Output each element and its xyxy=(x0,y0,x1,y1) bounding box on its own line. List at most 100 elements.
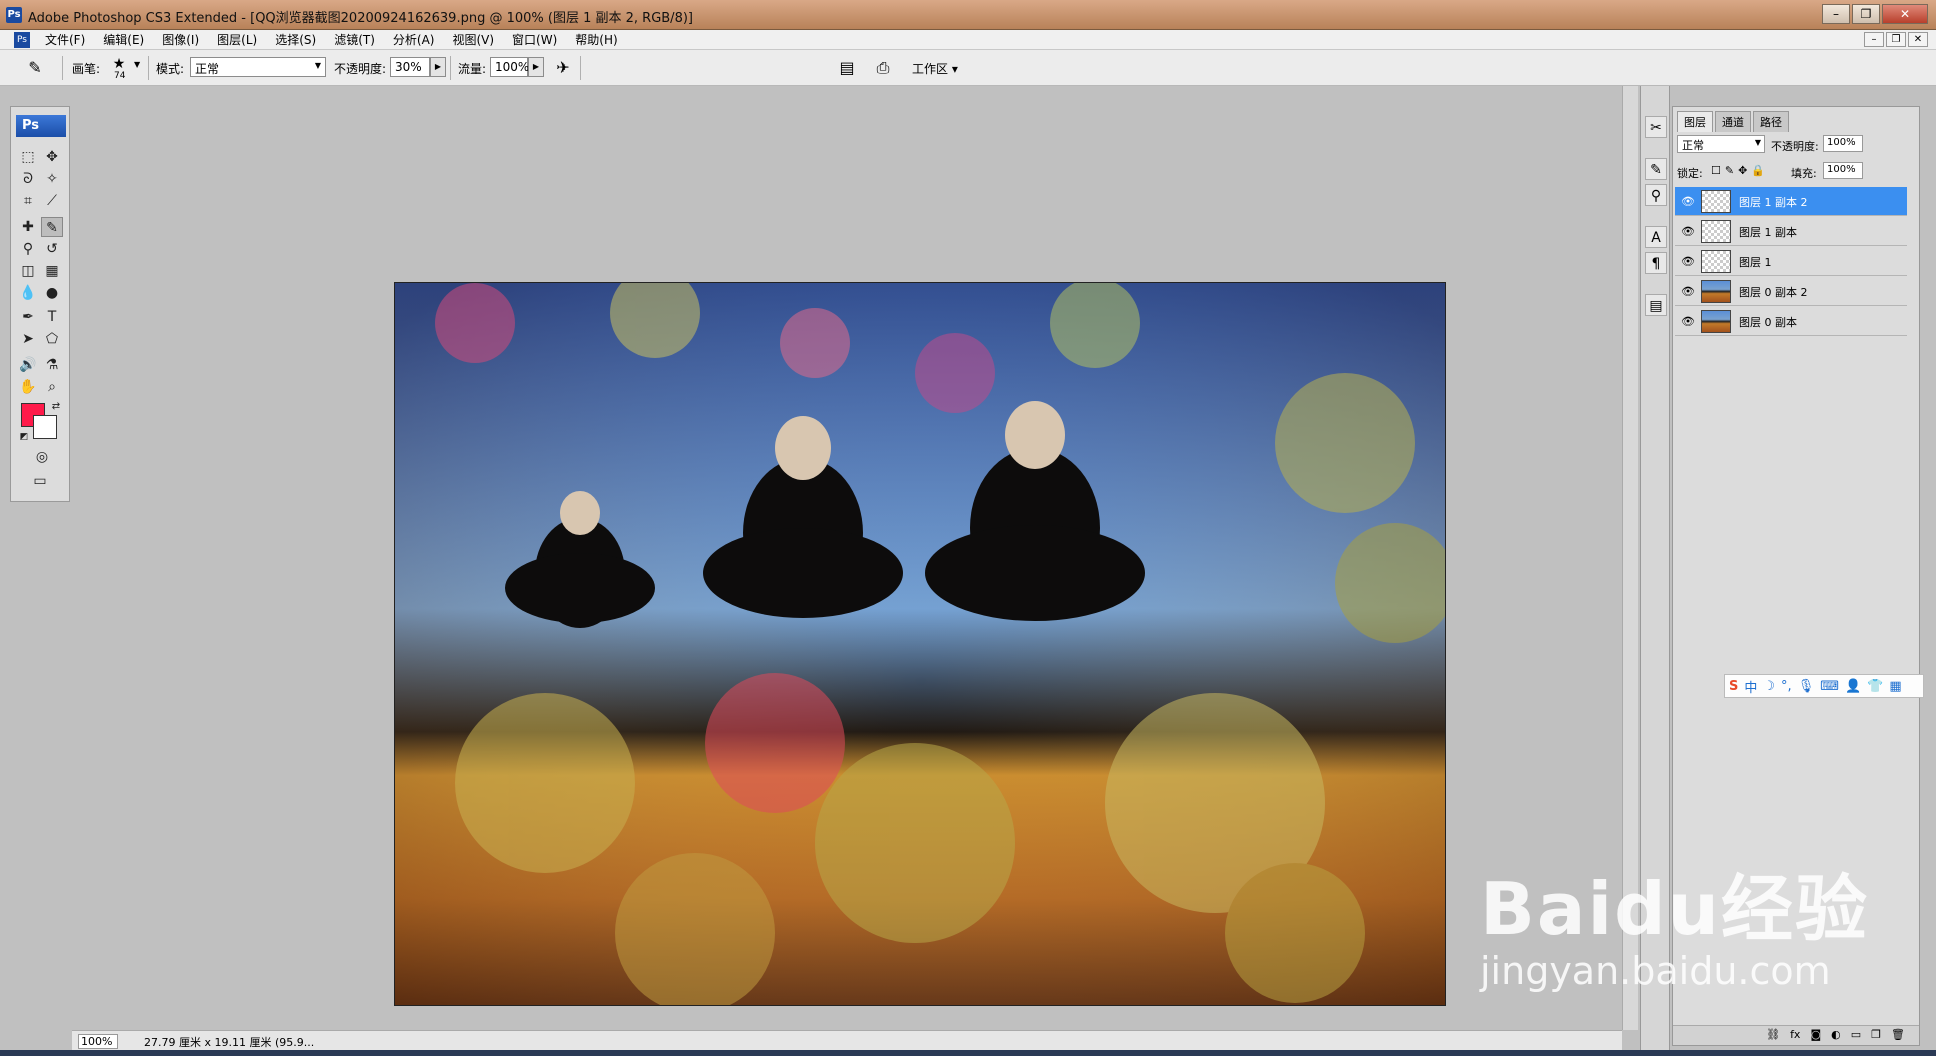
airbrush-icon[interactable]: ✈ xyxy=(552,58,574,80)
visibility-eye-icon[interactable]: 👁 xyxy=(1681,225,1695,238)
menu-layer[interactable]: 图层(L) xyxy=(208,32,266,48)
crop-tool-icon[interactable]: ⌗ xyxy=(17,191,39,211)
menu-help[interactable]: 帮助(H) xyxy=(566,32,626,48)
lasso-tool-icon[interactable]: ᘐ xyxy=(17,169,39,189)
flow-input[interactable]: 100% xyxy=(490,57,529,77)
workspace-menu[interactable]: 工作区 ▾ xyxy=(912,60,958,77)
clone-stamp-icon[interactable]: ⚲ xyxy=(17,239,39,259)
minimize-button[interactable]: – xyxy=(1822,4,1850,24)
tools-panel-icon[interactable]: ✂ xyxy=(1645,116,1667,138)
opacity-slider-button[interactable]: ▶ xyxy=(430,57,446,77)
brush-dropdown-icon[interactable]: ▼ xyxy=(134,60,140,69)
blur-tool-icon[interactable]: 💧 xyxy=(17,283,39,303)
visibility-eye-icon[interactable]: 👁 xyxy=(1681,285,1695,298)
menu-analysis[interactable]: 分析(A) xyxy=(384,32,444,48)
ime-keyboard-icon[interactable]: ⌨ xyxy=(1820,679,1839,694)
history-brush-icon[interactable]: ↺ xyxy=(41,239,63,259)
shape-tool-icon[interactable]: ⬠ xyxy=(41,329,63,349)
new-layer-icon[interactable]: ❐ xyxy=(1871,1026,1881,1045)
path-selection-icon[interactable]: ➤ xyxy=(17,329,39,349)
lock-icons[interactable]: ☐✎✥🔒 xyxy=(1711,164,1769,177)
doc-restore-button[interactable]: ❐ xyxy=(1886,32,1906,47)
menu-bar: Ps 文件(F) 编辑(E) 图像(I) 图层(L) 选择(S) 滤镜(T) 分… xyxy=(0,30,1936,50)
lock-label: 锁定: xyxy=(1677,167,1703,180)
tab-paths[interactable]: 路径 xyxy=(1753,111,1789,132)
menu-file[interactable]: 文件(F) xyxy=(36,32,94,48)
ime-toolbox-icon[interactable]: ▦ xyxy=(1889,679,1901,694)
palette-well-icon[interactable]: ▤ xyxy=(836,58,858,80)
ime-fullwidth-icon[interactable]: ☽ xyxy=(1763,679,1775,694)
layer-style-icon[interactable]: fx xyxy=(1790,1026,1800,1045)
mode-select[interactable]: 正常 ▼ xyxy=(190,57,326,77)
doc-close-button[interactable]: ✕ xyxy=(1908,32,1928,47)
ime-punctuation-icon[interactable]: °, xyxy=(1781,679,1792,694)
new-group-icon[interactable]: ▭ xyxy=(1851,1026,1861,1045)
screen-mode-icon[interactable]: ▭ xyxy=(23,471,57,491)
eyedropper-icon[interactable]: ⚗ xyxy=(41,355,63,375)
type-tool-icon[interactable]: T xyxy=(41,307,63,327)
maximize-button[interactable]: ❐ xyxy=(1852,4,1880,24)
mode-value: 正常 xyxy=(195,62,220,76)
menu-edit[interactable]: 编辑(E) xyxy=(94,32,153,48)
marquee-tool-icon[interactable]: ⬚ xyxy=(17,147,39,167)
quick-mask-icon[interactable]: ◎ xyxy=(31,447,53,467)
magic-wand-icon[interactable]: ✧ xyxy=(41,169,63,189)
gradient-tool-icon[interactable]: ▦ xyxy=(41,261,63,281)
layer-row[interactable]: 👁 图层 1 副本 xyxy=(1675,217,1907,246)
ime-user-icon[interactable]: 👤 xyxy=(1845,679,1861,694)
layer-comps-panel-icon[interactable]: ▤ xyxy=(1645,294,1667,316)
document-canvas[interactable] xyxy=(394,282,1446,1006)
visibility-eye-icon[interactable]: 👁 xyxy=(1681,315,1695,328)
menu-image[interactable]: 图像(I) xyxy=(153,32,208,48)
background-color-swatch[interactable] xyxy=(33,415,57,439)
doc-minimize-button[interactable]: – xyxy=(1864,32,1884,47)
document-icon[interactable]: Ps xyxy=(14,32,30,48)
menu-select[interactable]: 选择(S) xyxy=(266,32,325,48)
menu-window[interactable]: 窗口(W) xyxy=(503,32,566,48)
adjustment-layer-icon[interactable]: ◐ xyxy=(1831,1026,1841,1045)
menu-view[interactable]: 视图(V) xyxy=(443,32,503,48)
move-tool-icon[interactable]: ✥ xyxy=(41,147,63,167)
slice-tool-icon[interactable]: ⟋ xyxy=(41,191,63,211)
flow-slider-button[interactable]: ▶ xyxy=(528,57,544,77)
brush-tool-icon[interactable]: ✎ xyxy=(41,217,63,237)
zoom-tool-icon[interactable]: ⌕ xyxy=(41,377,63,397)
clone-source-panel-icon[interactable]: ⚲ xyxy=(1645,184,1667,206)
zoom-level-field[interactable]: 100% xyxy=(78,1034,118,1049)
character-panel-icon[interactable]: A xyxy=(1645,226,1667,248)
ime-language-toggle[interactable]: 中 xyxy=(1744,677,1757,696)
close-button[interactable]: ✕ xyxy=(1882,4,1928,24)
layer-opacity-input[interactable]: 100% xyxy=(1823,135,1863,152)
layer-row[interactable]: 👁 图层 0 副本 2 xyxy=(1675,277,1907,306)
tab-channels[interactable]: 通道 xyxy=(1715,111,1751,132)
hand-tool-icon[interactable]: ✋ xyxy=(17,377,39,397)
canvas-area[interactable] xyxy=(72,86,1622,1030)
paragraph-panel-icon[interactable]: ¶ xyxy=(1645,252,1667,274)
menu-filter[interactable]: 滤镜(T) xyxy=(325,32,384,48)
brush-preset-icon[interactable]: ✎ xyxy=(24,58,46,80)
opacity-input[interactable]: 30% xyxy=(390,57,430,77)
link-layers-icon[interactable]: ⛓ xyxy=(1766,1026,1780,1045)
delete-layer-icon[interactable]: 🗑 xyxy=(1891,1026,1905,1045)
swap-colors-icon[interactable]: ⇄ xyxy=(45,397,67,417)
brushes-panel-icon[interactable]: ✎ xyxy=(1645,158,1667,180)
layer-mask-icon[interactable]: ◙ xyxy=(1810,1026,1821,1045)
bridge-icon[interactable]: ⎙ xyxy=(872,58,894,80)
tab-layers[interactable]: 图层 xyxy=(1677,111,1713,132)
visibility-eye-icon[interactable]: 👁 xyxy=(1681,195,1695,208)
layer-row[interactable]: 👁 图层 1 xyxy=(1675,247,1907,276)
healing-brush-icon[interactable]: ✚ xyxy=(17,217,39,237)
dodge-tool-icon[interactable]: ● xyxy=(41,283,63,303)
default-colors-icon[interactable]: ◩ xyxy=(13,427,35,447)
notes-tool-icon[interactable]: 🔊 xyxy=(17,355,39,375)
ime-skin-icon[interactable]: 👕 xyxy=(1867,679,1883,694)
eraser-tool-icon[interactable]: ◫ xyxy=(17,261,39,281)
layer-row[interactable]: 👁 图层 1 副本 2 xyxy=(1675,187,1907,216)
visibility-eye-icon[interactable]: 👁 xyxy=(1681,255,1695,268)
layer-row[interactable]: 👁 图层 0 副本 xyxy=(1675,307,1907,336)
blend-mode-select[interactable]: 正常 ▼ xyxy=(1677,135,1765,153)
pen-tool-icon[interactable]: ✒ xyxy=(17,307,39,327)
fill-input[interactable]: 100% xyxy=(1823,162,1863,179)
sogou-logo-icon[interactable]: S xyxy=(1729,679,1738,694)
ime-voice-icon[interactable]: 🎙 xyxy=(1798,679,1815,694)
